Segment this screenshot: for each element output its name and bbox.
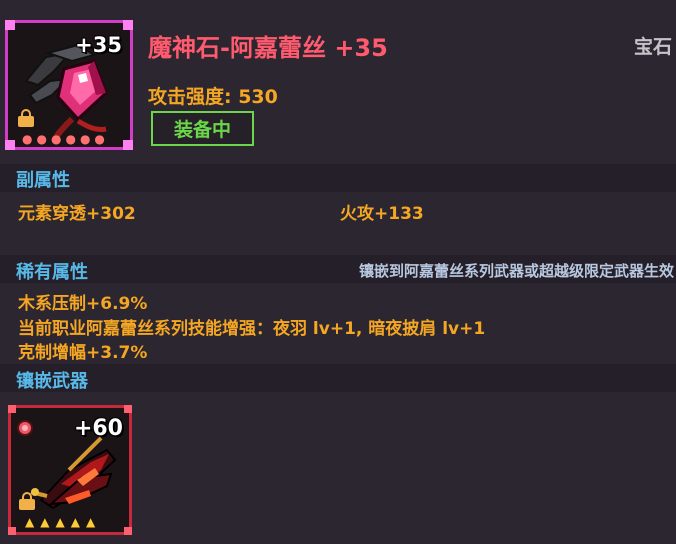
sub-attributes-header: 副属性 xyxy=(16,170,70,191)
star-icon: ● xyxy=(22,132,33,146)
weapon-level-badge: +60 xyxy=(73,416,123,441)
star-icon: ▲ xyxy=(55,515,65,529)
item-category: 宝石 xyxy=(633,36,672,58)
item-level-badge: +35 xyxy=(75,33,122,57)
star-icon: ● xyxy=(94,132,105,146)
item-tooltip-panel: +35 ● ● ● ● ● ● 魔神石-阿嘉蕾丝 +35 宝石 攻击强度: 53… xyxy=(0,0,676,544)
lock-icon xyxy=(19,492,35,510)
sub-attribute-stat: 元素穿透+302 xyxy=(18,204,136,224)
star-icon: ▲ xyxy=(25,515,35,529)
star-icon: ● xyxy=(50,132,62,146)
item-icon-frame[interactable]: +35 ● ● ● ● ● ● xyxy=(5,20,133,150)
star-icon: ▲ xyxy=(70,515,80,529)
rare-attribute-stat: 当前职业阿嘉蕾丝系列技能增强：夜羽 lv+1, 暗夜披肩 lv+1 xyxy=(18,319,486,339)
weapon-star-rating: ▲ ▲ ▲ ▲ ▲ xyxy=(25,516,95,528)
sub-attribute-stat: 火攻+133 xyxy=(340,204,424,224)
rare-attribute-stat: 木系压制+6.9% xyxy=(18,294,148,314)
equipped-badge: 装备中 xyxy=(151,111,254,146)
rare-attributes-header: 稀有属性 xyxy=(16,262,88,283)
star-icon: ▲ xyxy=(40,515,50,529)
item-name: 魔神石-阿嘉蕾丝 +35 xyxy=(148,34,388,62)
star-icon: ● xyxy=(36,132,47,146)
socket-weapon-frame[interactable]: +60 ▲ ▲ ▲ ▲ ▲ xyxy=(8,405,132,535)
socket-weapon-header: 镶嵌武器 xyxy=(16,371,88,392)
star-icon: ● xyxy=(79,132,91,146)
item-star-rating: ● ● ● ● ● ● xyxy=(22,133,105,145)
socket-weapon-header-band xyxy=(0,364,676,392)
lock-icon xyxy=(18,109,34,127)
star-icon: ● xyxy=(65,132,76,146)
sub-attributes-header-band xyxy=(0,164,676,192)
attack-strength: 攻击强度: 530 xyxy=(148,86,278,108)
rare-attributes-note: 镶嵌到阿嘉蕾丝系列武器或超越级限定武器生效 xyxy=(358,262,674,280)
star-icon: ▲ xyxy=(85,515,96,529)
rare-attribute-stat: 克制增幅+3.7% xyxy=(18,343,148,363)
